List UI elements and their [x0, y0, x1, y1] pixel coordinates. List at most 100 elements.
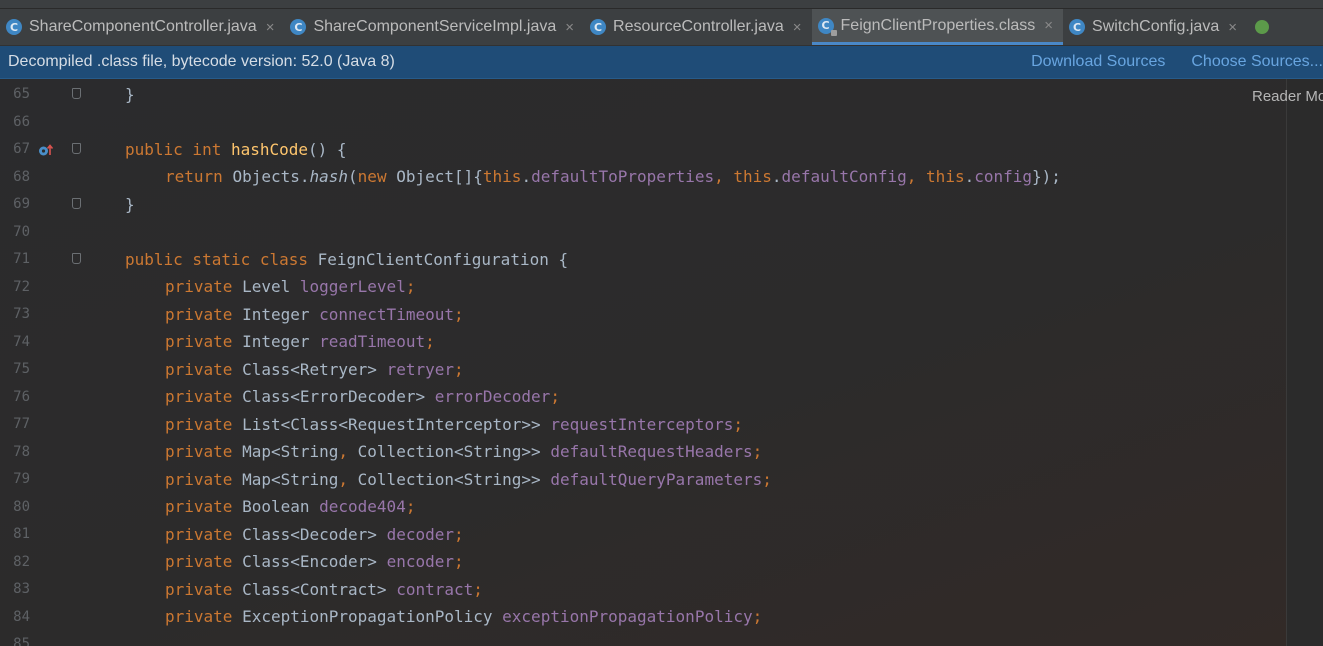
code-token: Map<String: [242, 442, 339, 462]
code-token: contract: [396, 579, 474, 599]
tab-resourcecontroller-java[interactable]: C ResourceController.java ×: [584, 9, 812, 45]
code-token: ;: [405, 277, 416, 297]
title-bar-strip: [0, 0, 1323, 9]
code-text: private Integer readTimeout;: [165, 332, 435, 351]
code-line[interactable]: 71 public static class FeignClientConfigu…: [0, 246, 1286, 274]
tab-label: ResourceController.java: [613, 18, 784, 35]
code-token: }: [125, 84, 135, 104]
close-icon[interactable]: ×: [266, 19, 275, 36]
code-token: Map<String: [242, 469, 339, 489]
code-text: private Class<Decoder> decoder;: [165, 525, 464, 544]
tab-label: ShareComponentController.java: [29, 18, 257, 35]
tab-label: FeignClientProperties.class: [840, 16, 1036, 34]
code-token: connectTimeout: [319, 304, 454, 324]
code-line[interactable]: 80 private Boolean decode404;: [0, 493, 1286, 521]
code-token: new: [357, 167, 397, 187]
class-icon: C: [817, 17, 837, 36]
tab-overflow-partial[interactable]: [1247, 9, 1279, 45]
code-line[interactable]: 74 private Integer readTimeout;: [0, 328, 1286, 356]
code-text: }: [125, 85, 135, 104]
code-token: retryer: [386, 359, 454, 379]
code-token: private: [165, 359, 243, 379]
code-token: ,: [906, 167, 927, 187]
code-token: readTimeout: [319, 332, 426, 352]
code-token: Class<Decoder>: [242, 524, 387, 544]
code-line[interactable]: 73 private Integer connectTimeout;: [0, 301, 1286, 329]
decompiled-banner: Decompiled .class file, bytecode version…: [0, 46, 1323, 79]
code-line[interactable]: 70: [0, 218, 1286, 246]
code-token: Class<ErrorDecoder>: [242, 387, 435, 407]
code-line[interactable]: 84 private ExceptionPropagationPolicy exc…: [0, 603, 1286, 631]
code-token: ,: [338, 469, 358, 489]
code-token: ;: [425, 332, 435, 352]
code-token: defaultConfig: [781, 167, 907, 187]
close-icon[interactable]: ×: [1044, 17, 1053, 34]
code-line[interactable]: 65}: [0, 81, 1286, 109]
tab-sharecomponentserviceimpl-java[interactable]: C ShareComponentServiceImpl.java ×: [284, 9, 584, 45]
close-icon[interactable]: ×: [793, 19, 802, 36]
code-token: Integer: [242, 332, 320, 352]
code-line[interactable]: 67 public int hashCode() {: [0, 136, 1286, 164]
code-token: hashCode: [230, 139, 309, 159]
code-token: .: [521, 167, 532, 187]
code-line[interactable]: 69}: [0, 191, 1286, 219]
tab-feignclientproperties-class[interactable]: C FeignClientProperties.class ×: [811, 9, 1064, 45]
code-token: private: [165, 387, 243, 407]
code-token: ;: [752, 607, 763, 627]
code-editor[interactable]: 65} 66 67 public int hashCode() {68 return O…: [0, 79, 1323, 646]
code-line[interactable]: 72 private Level loggerLevel;: [0, 273, 1286, 301]
code-token: errorDecoder: [434, 387, 551, 407]
code-token: private: [165, 304, 243, 324]
code-line[interactable]: 82 private Class<Encoder> encoder;: [0, 548, 1286, 576]
code-token: ;: [752, 442, 763, 462]
close-icon[interactable]: ×: [565, 19, 574, 36]
code-token: loggerLevel: [299, 277, 406, 297]
code-line[interactable]: 68 return Objects.hash(new Object[]{this.…: [0, 163, 1286, 191]
code-line[interactable]: 77 private List<Class<RequestInterceptor>…: [0, 411, 1286, 439]
code-token: private: [165, 497, 243, 517]
code-line[interactable]: 75 private Class<Retryer> retryer;: [0, 356, 1286, 384]
tab-switchconfig-java[interactable]: C SwitchConfig.java ×: [1063, 9, 1247, 45]
line-number: 70: [13, 223, 30, 240]
code-line[interactable]: 66: [0, 108, 1286, 136]
fold-marker-icon[interactable]: [72, 252, 81, 264]
code-token: exceptionPropagationPolicy: [502, 607, 753, 627]
line-number: 83: [13, 581, 30, 598]
close-icon[interactable]: ×: [1228, 19, 1237, 36]
decompiled-message: Decompiled .class file, bytecode version…: [8, 53, 395, 70]
code-token: Objects.: [232, 167, 310, 187]
choose-sources-link[interactable]: Choose Sources...: [1191, 53, 1323, 71]
code-text: private Class<ErrorDecoder> errorDecoder…: [165, 387, 560, 406]
download-sources-link[interactable]: Download Sources: [1031, 53, 1165, 71]
editor-tab-bar: C ShareComponentController.java × C ShareCom…: [0, 9, 1323, 46]
code-token: public int: [125, 139, 231, 159]
fold-marker-icon[interactable]: [72, 197, 81, 209]
code-text: private Map<String, Collection<String>> …: [165, 442, 762, 461]
code-line[interactable]: 76 private Class<ErrorDecoder> errorDecod…: [0, 383, 1286, 411]
fold-marker-icon[interactable]: [72, 87, 81, 99]
tab-label: SwitchConfig.java: [1092, 18, 1220, 35]
code-token: ;: [454, 524, 464, 544]
code-token: encoder: [386, 552, 454, 572]
line-number: 85: [13, 636, 30, 646]
code-line[interactable]: 81 private Class<Decoder> decoder;: [0, 521, 1286, 549]
code-line[interactable]: 85: [0, 631, 1286, 646]
code-token: List<Class<RequestInterceptor>>: [242, 414, 551, 434]
code-line[interactable]: 83 private Class<Contract> contract;: [0, 576, 1286, 604]
code-line[interactable]: 79 private Map<String, Collection<String>…: [0, 466, 1286, 494]
override-method-icon[interactable]: [38, 142, 54, 158]
code-token: Boolean: [242, 497, 320, 517]
tab-sharecomponentcontroller-java[interactable]: C ShareComponentController.java ×: [0, 9, 284, 45]
line-number: 71: [13, 251, 30, 268]
code-line[interactable]: 78 private Map<String, Collection<String>…: [0, 438, 1286, 466]
fold-marker-icon[interactable]: [72, 142, 81, 154]
code-token: this: [733, 167, 772, 187]
code-token: this: [926, 167, 965, 187]
code-token: (: [348, 167, 358, 187]
reader-mode-toggle[interactable]: Reader Mode: [1252, 88, 1323, 105]
line-number: 72: [13, 278, 30, 295]
line-number: 74: [13, 333, 30, 350]
code-token: private: [165, 414, 243, 434]
code-token: ;: [454, 359, 464, 379]
code-token: private: [165, 469, 243, 489]
